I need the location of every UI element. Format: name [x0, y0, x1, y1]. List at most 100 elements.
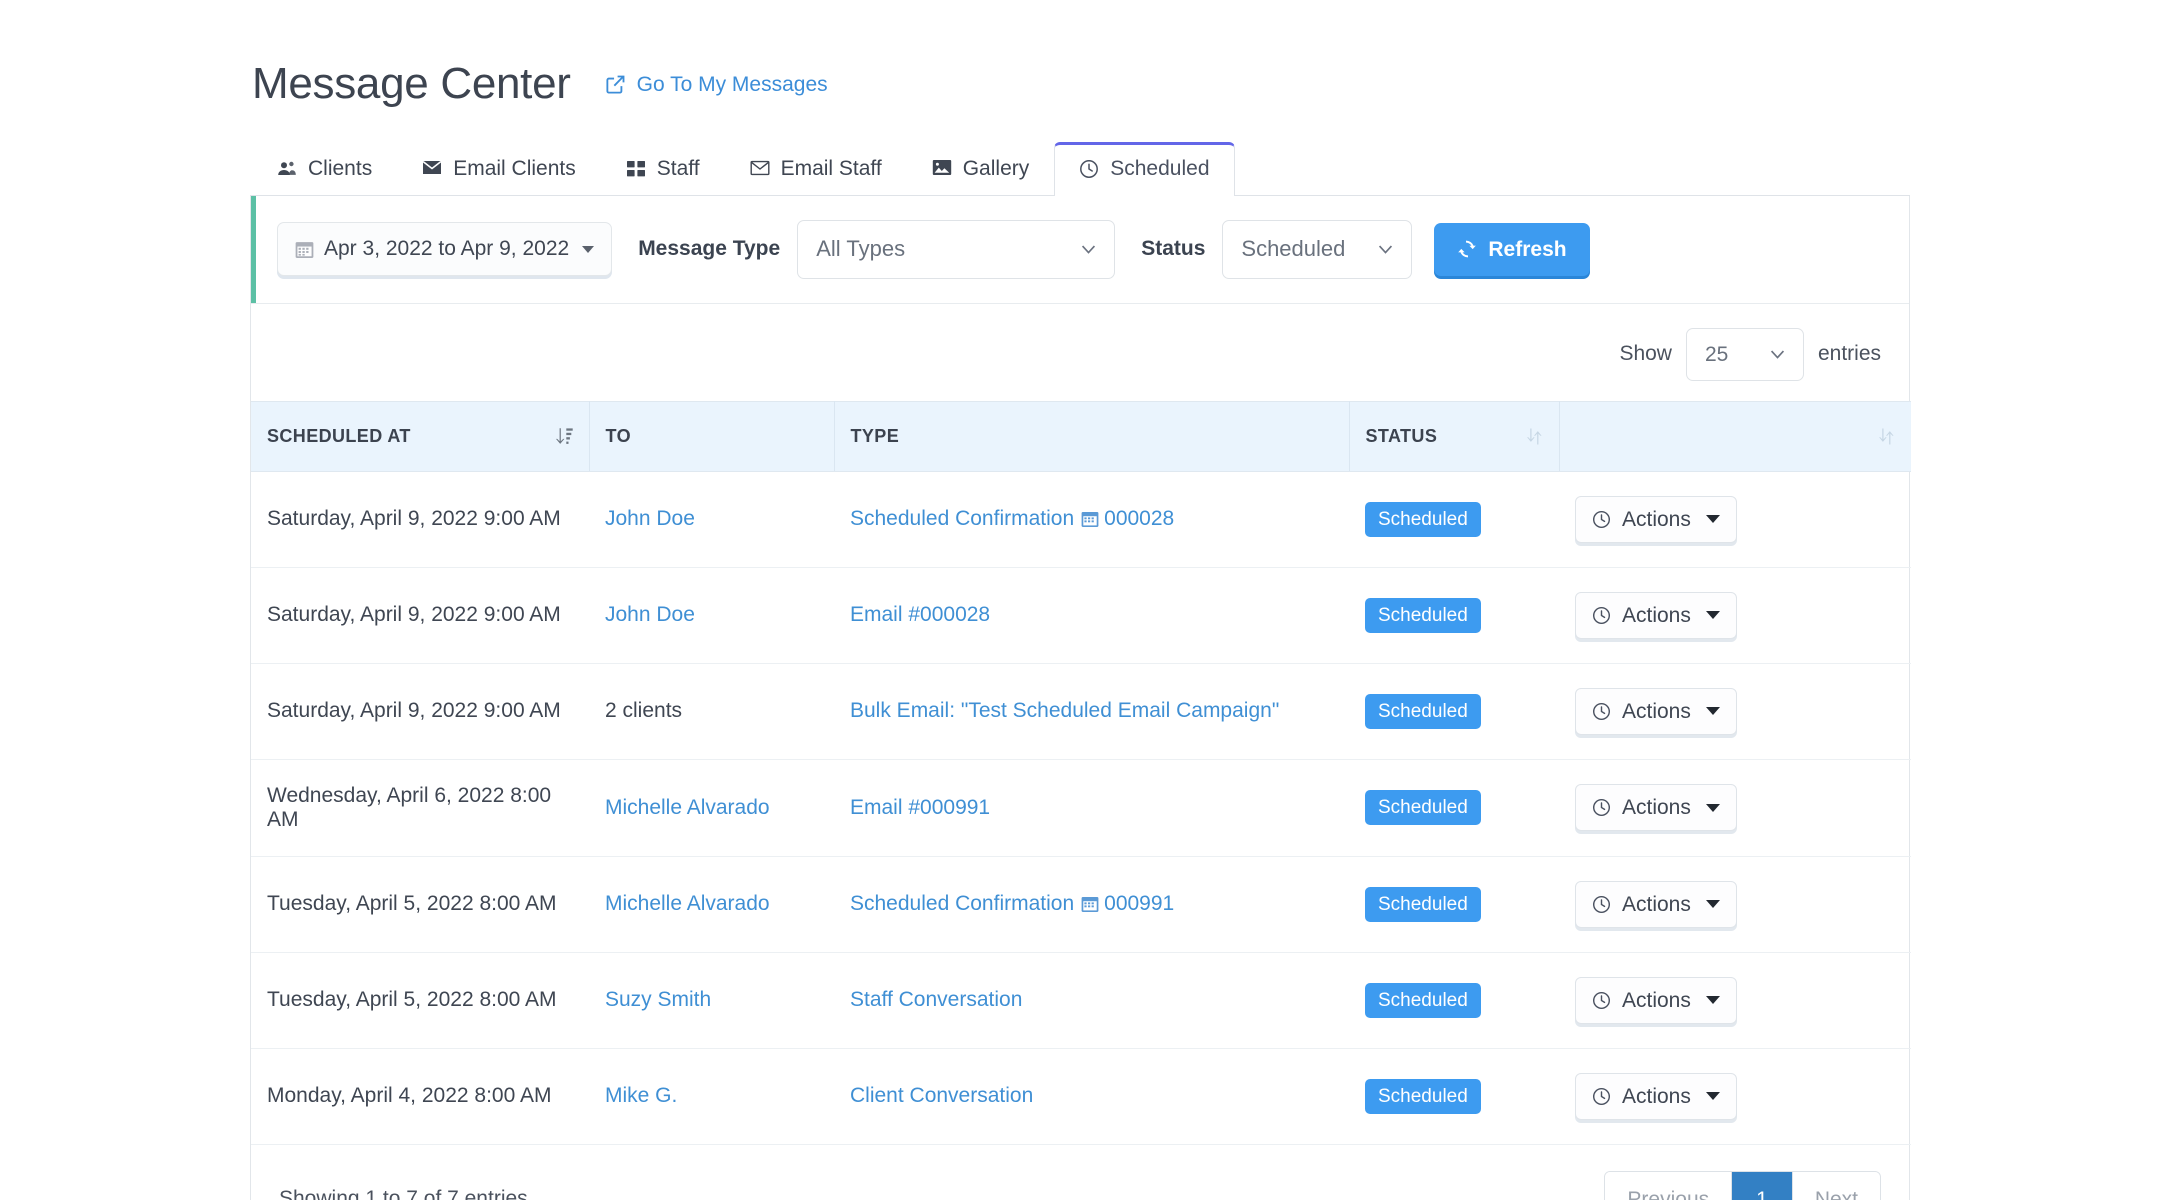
cell-to: John Doe [589, 567, 834, 664]
column-label: SCHEDULED AT [267, 425, 411, 446]
envelope-filled-icon [422, 159, 442, 179]
message-type-link[interactable]: Client Conversation [850, 1084, 1033, 1107]
table-row: Saturday, April 9, 2022 9:00 AM John Doe S… [251, 471, 1911, 568]
recipient-link[interactable]: Michelle Alvarado [605, 796, 770, 819]
cell-scheduled-at: Wednesday, April 6, 2022 8:00 AM [251, 759, 589, 857]
message-reference[interactable]: 000028 [1104, 507, 1174, 530]
cell-scheduled-at: Tuesday, April 5, 2022 8:00 AM [251, 856, 589, 953]
pagination-next[interactable]: Next [1792, 1171, 1880, 1200]
refresh-icon [1457, 239, 1477, 259]
recipient-link[interactable]: John Doe [605, 603, 695, 626]
cell-type: Bulk Email: "Test Scheduled Email Campai… [834, 663, 1349, 760]
caret-down-icon [1705, 515, 1720, 524]
entries-select-wrap: 25 [1685, 327, 1804, 381]
entries-per-page-select[interactable]: 25 [1685, 327, 1804, 381]
go-to-my-messages-link[interactable]: Go To My Messages [605, 73, 828, 97]
page-title: Message Center [252, 59, 571, 108]
message-type-select-wrap: All Types [797, 220, 1116, 279]
pagination-page-1[interactable]: 1 [1732, 1171, 1793, 1200]
actions-label: Actions [1622, 507, 1691, 531]
message-type-link[interactable]: Scheduled Confirmation [850, 892, 1074, 915]
cell-type: Scheduled Confirmation 000028 [834, 471, 1349, 568]
column-header-type[interactable]: TYPE [834, 400, 1350, 472]
column-header-to[interactable]: TO [589, 400, 835, 472]
cell-actions: Actions [1559, 663, 1911, 760]
recipient-link[interactable]: Mike G. [605, 1084, 677, 1107]
tab-label: Email Clients [453, 157, 576, 181]
column-header-status[interactable]: STATUS [1349, 400, 1560, 472]
message-reference[interactable]: 000991 [1104, 892, 1174, 915]
tab-email-staff[interactable]: Email Staff [725, 142, 907, 196]
tab-clients[interactable]: Clients [252, 142, 397, 196]
show-label: Show [1619, 342, 1672, 366]
tab-gallery[interactable]: Gallery [907, 142, 1055, 196]
actions-dropdown-button[interactable]: Actions [1575, 880, 1737, 928]
actions-dropdown-button[interactable]: Actions [1575, 591, 1737, 639]
table-footer: Showing 1 to 7 of 7 entries Previous 1 N… [251, 1145, 1909, 1200]
table-head: SCHEDULED AT TO TYPE STATUS [251, 400, 1911, 472]
calendar-icon [295, 240, 314, 259]
refresh-button[interactable]: Refresh [1434, 222, 1590, 276]
cell-status: Scheduled [1349, 1048, 1559, 1145]
column-header-scheduled-at[interactable]: SCHEDULED AT [251, 400, 590, 472]
scheduled-messages-card: Apr 3, 2022 to Apr 9, 2022 Message Type … [250, 196, 1911, 1200]
tab-scheduled[interactable]: Scheduled [1054, 142, 1235, 197]
tab-label: Staff [656, 157, 700, 181]
recipient-link[interactable]: Suzy Smith [605, 988, 711, 1011]
status-badge: Scheduled [1365, 1078, 1481, 1114]
tab-label: Clients [308, 157, 373, 181]
message-reference[interactable]: #000028 [908, 603, 990, 626]
message-type-link[interactable]: Email [850, 796, 903, 819]
actions-dropdown-button[interactable]: Actions [1575, 1072, 1737, 1120]
message-type-link[interactable]: Scheduled Confirmation [850, 507, 1074, 530]
caret-down-icon [1705, 1092, 1720, 1101]
cell-type: Email #000028 [834, 567, 1349, 664]
caret-down-icon [1705, 707, 1720, 716]
length-menu: Show 25 entries [251, 304, 1909, 401]
cell-to: 2 clients [589, 663, 834, 760]
actions-label: Actions [1622, 1084, 1691, 1108]
actions-label: Actions [1622, 699, 1691, 723]
status-select[interactable]: Scheduled [1222, 220, 1413, 279]
caret-down-icon [1705, 996, 1720, 1005]
message-type-link[interactable]: Bulk Email: "Test Scheduled Email Campai… [850, 699, 1279, 722]
cell-status: Scheduled [1349, 856, 1559, 953]
cell-actions: Actions [1559, 759, 1911, 857]
message-type-link[interactable]: Email [850, 603, 903, 626]
actions-label: Actions [1622, 988, 1691, 1012]
table-row: Saturday, April 9, 2022 9:00 AM 2 clients… [251, 663, 1911, 760]
column-header-actions[interactable] [1559, 400, 1911, 472]
entries-label: entries [1817, 342, 1881, 366]
cell-actions: Actions [1559, 952, 1911, 1049]
table-row: Wednesday, April 6, 2022 8:00 AM Michelle… [251, 759, 1911, 857]
column-label: STATUS [1365, 425, 1438, 446]
tab-email-clients[interactable]: Email Clients [397, 142, 601, 196]
recipient-link[interactable]: John Doe [605, 507, 695, 530]
message-type-link[interactable]: Staff Conversation [850, 988, 1022, 1011]
actions-label: Actions [1622, 603, 1691, 627]
clock-icon [1592, 510, 1611, 529]
table-row: Monday, April 4, 2022 8:00 AM Mike G. Clie… [251, 1048, 1911, 1145]
actions-dropdown-button[interactable]: Actions [1575, 784, 1737, 832]
actions-dropdown-button[interactable]: Actions [1575, 495, 1737, 543]
actions-dropdown-button[interactable]: Actions [1575, 687, 1737, 735]
cell-to: Michelle Alvarado [589, 759, 834, 857]
message-reference[interactable]: #000991 [908, 796, 990, 819]
clock-icon [1592, 702, 1611, 721]
actions-dropdown-button[interactable]: Actions [1575, 976, 1737, 1024]
cell-type: Scheduled Confirmation 000991 [834, 856, 1349, 953]
message-center-page: Message Center Go To My Messages Clients… [0, 0, 2160, 1200]
showing-entries-text: Showing 1 to 7 of 7 entries [279, 1187, 528, 1200]
cell-type: Client Conversation [834, 1048, 1349, 1145]
recipient-link[interactable]: Michelle Alvarado [605, 892, 770, 915]
date-range-picker[interactable]: Apr 3, 2022 to Apr 9, 2022 [277, 222, 613, 277]
message-type-select[interactable]: All Types [797, 220, 1116, 279]
actions-label: Actions [1622, 892, 1691, 916]
pagination-previous[interactable]: Previous [1605, 1171, 1733, 1200]
cell-scheduled-at: Tuesday, April 5, 2022 8:00 AM [251, 952, 589, 1049]
tab-staff[interactable]: Staff [601, 142, 725, 196]
refresh-label: Refresh [1488, 237, 1567, 261]
clock-icon [1592, 1087, 1611, 1106]
clock-icon [1592, 798, 1611, 817]
table-row: Tuesday, April 5, 2022 8:00 AM Suzy Smith… [251, 952, 1911, 1049]
